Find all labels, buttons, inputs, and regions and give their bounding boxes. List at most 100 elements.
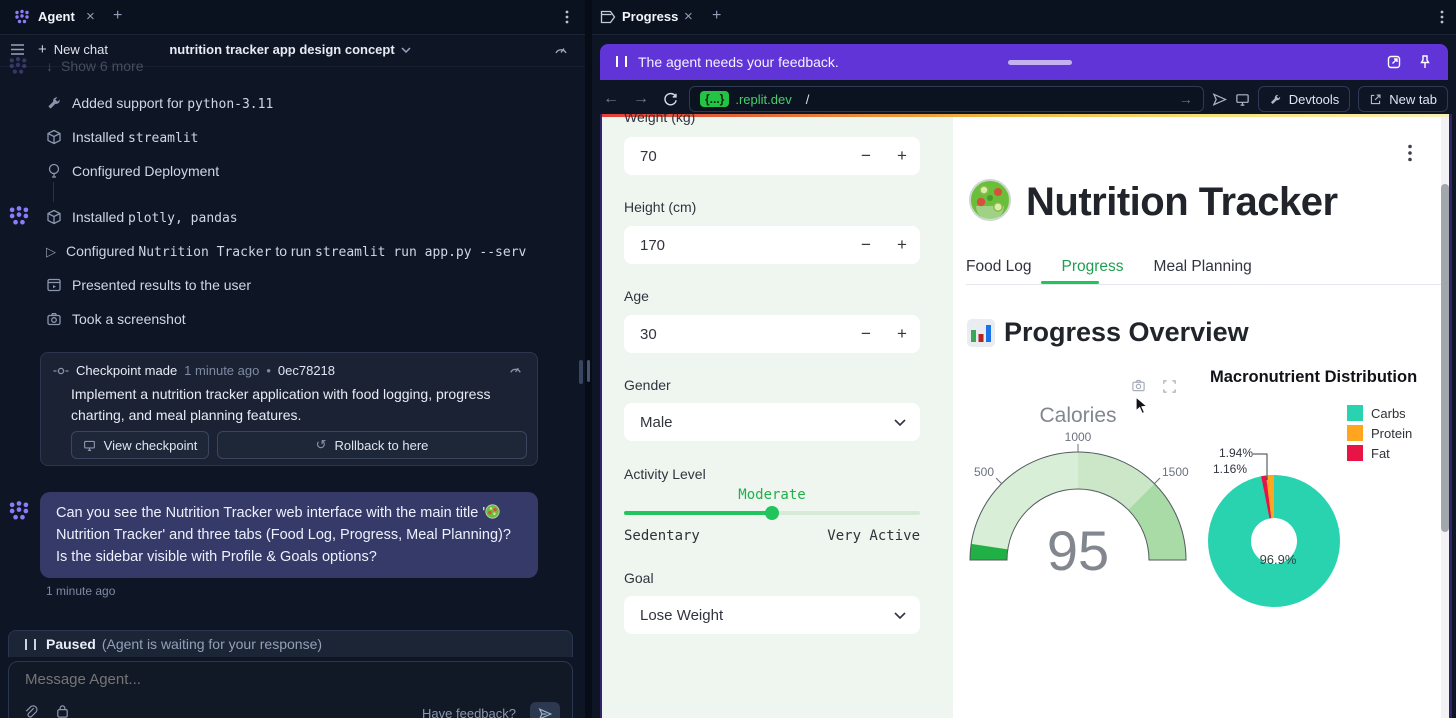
hamburger-menu-icon[interactable] [10,43,25,56]
rollback-icon: ↺ [315,437,327,452]
pause-icon [616,56,627,67]
svg-text:500: 500 [974,465,994,479]
increment-button[interactable]: + [884,324,920,344]
avatar [8,500,30,522]
url-domain: .replit.dev [735,91,792,107]
forward-icon[interactable]: → [630,90,652,108]
pin-icon[interactable] [1418,54,1432,70]
url-path: / [805,91,810,107]
popout-icon[interactable] [1386,54,1402,70]
mouse-cursor [1135,396,1149,415]
feedback-link[interactable]: Have feedback? [422,706,516,718]
tab-food-log[interactable]: Food Log [966,258,1032,276]
send-button[interactable] [530,702,560,718]
close-tab-icon[interactable]: × [86,9,95,24]
new-tab-icon[interactable]: + [712,8,721,24]
age-stepper[interactable]: 30 − + [624,315,920,353]
checkpoint-header: Checkpoint made 1 minute ago • 0ec78218 [53,363,335,378]
pie-title: Macronutrient Distribution [1210,368,1418,386]
avatar [8,205,30,227]
rollback-button[interactable]: ↺ Rollback to here [217,431,527,459]
chat-scrollbar[interactable] [579,360,583,384]
agent-panel: Agent × + + New chat nutrition tracker a… [0,0,585,718]
legend-item[interactable]: Carbs [1347,405,1406,421]
decrement-button[interactable]: − [848,324,884,344]
view-checkpoint-button[interactable]: View checkpoint [71,431,209,459]
salad-icon [968,178,1012,222]
kebab-menu-icon[interactable] [565,10,569,24]
new-tab-icon[interactable]: + [113,8,122,24]
checkpoint-hash: 0ec78218 [277,363,336,378]
paperclip-icon[interactable] [23,704,38,718]
kebab-menu-icon[interactable] [1440,10,1444,24]
fullscreen-icon[interactable] [1162,379,1177,394]
gender-select[interactable]: Male [624,403,920,441]
show-more-button[interactable]: ↓ Show 6 more [46,58,143,74]
back-icon[interactable]: ← [600,90,622,108]
legend-item[interactable]: Protein [1347,425,1412,441]
tab-progress[interactable]: Progress [1062,258,1124,276]
timeline-item: Installed streamlit [46,127,582,147]
timeline-item: Presented results to the user [46,275,582,295]
increment-button[interactable]: + [884,146,920,166]
camera-icon [46,311,62,327]
tools-icon[interactable] [55,704,70,718]
timeline-connector [53,182,54,202]
increment-button[interactable]: + [884,235,920,255]
tab-meal-planning[interactable]: Meal Planning [1154,258,1252,276]
weight-stepper[interactable]: 70 − + [624,137,920,175]
play-icon: ▷ [46,243,56,259]
divider-handle[interactable] [587,360,590,382]
legend-swatch [1347,445,1363,461]
height-label: Height (cm) [624,199,697,215]
open-in-browser-icon[interactable] [1212,92,1227,107]
arrow-down-icon: ↓ [46,58,53,74]
svg-text:1500: 1500 [1162,465,1189,479]
app-menu-icon[interactable] [1408,144,1412,162]
composer: Have feedback? [8,661,573,718]
agent-tabbar: Agent × + [0,0,585,35]
external-link-icon [1369,93,1382,106]
slider-thumb[interactable] [765,506,779,520]
checkpoint-body: Implement a nutrition tracker applicatio… [71,386,491,423]
webview-icon [600,10,616,24]
height-stepper[interactable]: 170 − + [624,226,920,264]
deploy-icon [46,163,62,179]
chevron-down-icon [894,611,906,619]
usage-meter-icon[interactable] [553,42,569,58]
slider-max-label: Very Active [827,528,920,544]
weight-label: Weight (kg) [624,114,696,125]
panel-divider[interactable] [585,0,592,718]
new-tab-button[interactable]: New tab [1358,86,1448,112]
device-preview-icon[interactable] [1235,92,1250,107]
feedback-banner: The agent needs your feedback. [600,44,1448,80]
new-chat-button[interactable]: + New chat [38,41,108,58]
refresh-icon[interactable] [660,92,681,107]
activity-label: Activity Level [624,466,706,482]
agent-message: Can you see the Nutrition Tracker web in… [40,492,538,578]
tab-progress[interactable]: Progress [622,9,678,24]
timeline-item: Added support for python-3.11 [46,93,582,113]
message-input[interactable] [23,670,447,689]
goal-select[interactable]: Lose Weight [624,596,920,634]
drag-handle[interactable] [1008,60,1072,65]
go-arrow-icon[interactable]: → [1179,91,1193,107]
bar-chart-emoji-icon [966,318,996,348]
gauge-value: 95 [1047,519,1109,580]
conversation-switcher[interactable]: nutrition tracker app design concept [150,42,430,57]
decrement-button[interactable]: − [848,146,884,166]
slider-value: Moderate [738,487,806,503]
tab-agent[interactable]: Agent [38,9,75,24]
scrollbar-thumb[interactable] [1441,184,1449,532]
commit-icon [53,366,69,376]
legend-item[interactable]: Fat [1347,445,1390,461]
devtools-button[interactable]: Devtools [1257,86,1351,112]
preview-panel: Progress × + The agent needs your feedba… [592,0,1456,718]
url-bar[interactable]: {...} .replit.dev / → [689,86,1204,112]
close-tab-icon[interactable]: × [684,9,693,24]
decrement-button[interactable]: − [848,235,884,255]
streamlit-app: Weight (kg) 70 − + Height (cm) 170 − + A… [600,114,1452,718]
legend-swatch [1347,405,1363,421]
download-plot-icon[interactable] [1130,378,1147,393]
scrollbar-track[interactable] [1441,117,1449,718]
